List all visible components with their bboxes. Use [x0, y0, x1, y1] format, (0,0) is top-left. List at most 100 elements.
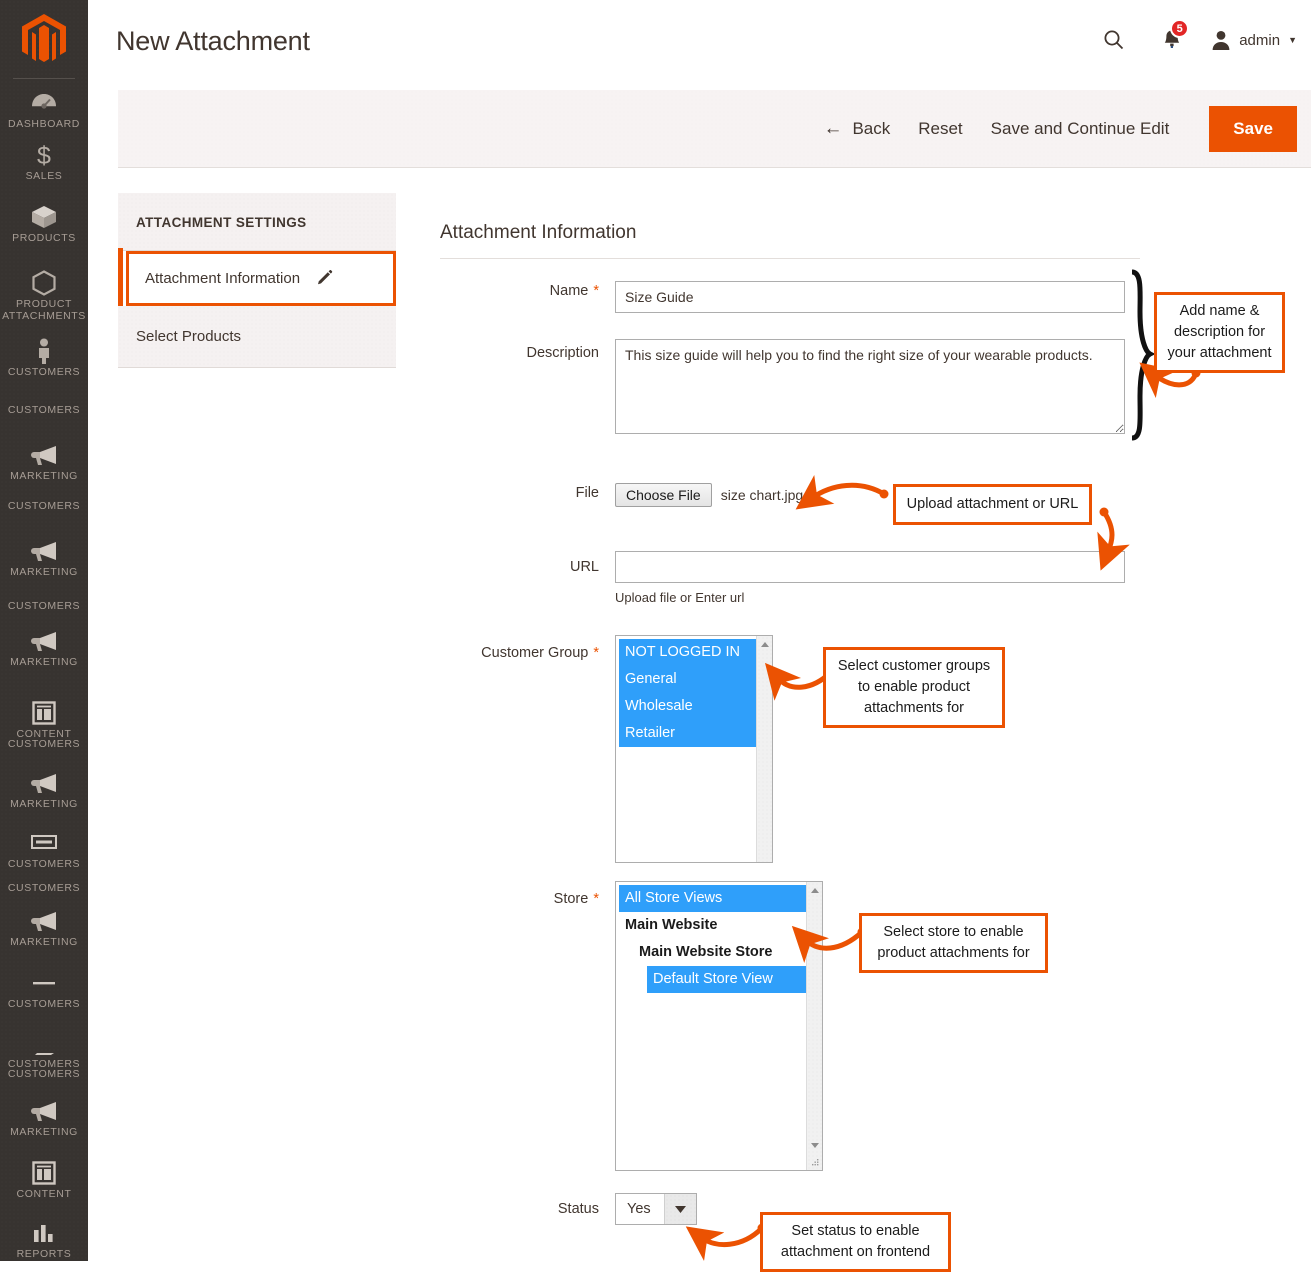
notifications-button[interactable]: 5: [1149, 20, 1195, 60]
sidebar-item-label: MARKETING: [0, 566, 88, 578]
scroll-up-arrow-icon[interactable]: [761, 642, 769, 647]
sidebar-item-customers-4[interactable]: CUSTOMERS: [0, 336, 88, 378]
svg-text:$: $: [37, 142, 51, 168]
field-row-store: Store* All Store ViewsMain WebsiteMain W…: [440, 881, 1200, 1171]
pencil-icon: [316, 270, 333, 287]
callout-set-status: Set status to enable attachment on front…: [760, 1212, 951, 1272]
page-title: New Attachment: [116, 26, 310, 57]
chevron-down-icon[interactable]: [664, 1194, 696, 1224]
customer-group-scrollbar[interactable]: [756, 636, 772, 862]
url-hint: Upload file or Enter url: [615, 590, 1200, 605]
admin-user-menu[interactable]: admin ▼: [1211, 29, 1297, 51]
store-option[interactable]: Main Website: [619, 912, 806, 939]
customer-group-option[interactable]: Retailer: [619, 720, 756, 747]
notification-badge: 5: [1170, 19, 1189, 38]
sidebar-item-label: CONTENT: [0, 1188, 88, 1200]
sidebar-item-customers-7[interactable]: CUSTOMERS: [0, 600, 88, 612]
customer-group-option[interactable]: General: [619, 666, 756, 693]
sidebar-item-label: CUSTOMERS: [0, 882, 88, 894]
sidebar-item-label: CUSTOMERS: [0, 600, 88, 612]
sidebar-item-customers-15[interactable]: CUSTOMERS: [0, 882, 88, 894]
sidebar-item-label: DASHBOARD: [0, 118, 88, 130]
sidebar-item-customers-12[interactable]: CUSTOMERS: [0, 738, 88, 750]
sidebar-item-products-2[interactable]: PRODUCTS: [0, 202, 88, 244]
attachment-information-form: Attachment Information Name* Description…: [440, 222, 1200, 1225]
save-button[interactable]: Save: [1209, 106, 1297, 152]
sidebar-item-marketing-10[interactable]: MARKETING: [0, 626, 88, 668]
required-marker: *: [593, 645, 599, 661]
store-scrollbar[interactable]: [806, 882, 822, 1170]
store-option[interactable]: All Store Views: [619, 885, 806, 912]
sidebar-item-marketing-13[interactable]: MARKETING: [0, 768, 88, 810]
choose-file-button[interactable]: Choose File: [615, 483, 712, 507]
sidebar-item-customers-17[interactable]: CUSTOMERS: [0, 968, 88, 1010]
store-field-label: Store*: [440, 881, 615, 909]
magento-logo[interactable]: [0, 0, 88, 78]
resize-handle-icon[interactable]: [810, 1158, 820, 1168]
callout-add-name-description: Add name & description for your attachme…: [1154, 292, 1285, 373]
sidebar-divider: [13, 78, 75, 79]
magento-logo-icon: [22, 14, 66, 64]
callout-upload-attachment: Upload attachment or URL: [893, 484, 1092, 525]
scroll-down-arrow-icon[interactable]: [811, 1143, 819, 1148]
sidebar-item-dashboard-0[interactable]: DASHBOARD: [0, 88, 88, 130]
attachment-settings-panel: ATTACHMENT SETTINGS Attachment Informati…: [118, 193, 396, 368]
sidebar-item-sales-1[interactable]: $ SALES: [0, 140, 88, 182]
sidebar-item-marketing-16[interactable]: MARKETING: [0, 906, 88, 948]
sidebar-item-reports-22[interactable]: REPORTS: [0, 1218, 88, 1260]
status-select[interactable]: Yes: [615, 1193, 697, 1225]
store-option[interactable]: Default Store View: [647, 966, 806, 993]
status-selected-value: Yes: [616, 1194, 664, 1224]
form-section-title: Attachment Information: [440, 222, 1200, 258]
sidebar-item-marketing-6[interactable]: MARKETING: [0, 440, 88, 482]
status-field-label: Status: [440, 1193, 615, 1219]
sidebar-tab-select-products[interactable]: Select Products: [118, 306, 396, 368]
scroll-up-arrow-icon[interactable]: [811, 888, 819, 893]
sidebar-item-marketing-8[interactable]: MARKETING: [0, 536, 88, 578]
store-multiselect[interactable]: All Store ViewsMain WebsiteMain Website …: [615, 881, 823, 1171]
customer-group-multiselect[interactable]: NOT LOGGED INGeneralWholesaleRetailer: [615, 635, 773, 863]
sidebar-item-customers-9[interactable]: CUSTOMERS: [0, 500, 88, 512]
window-icon: [0, 828, 88, 858]
url-field-label: URL: [440, 551, 615, 577]
reset-button[interactable]: Reset: [904, 111, 976, 147]
page-actions-toolbar: ← Back Reset Save and Continue Edit Save: [118, 90, 1311, 168]
megaphone-icon: [0, 768, 88, 798]
megaphone-icon: [0, 626, 88, 656]
sidebar-item-content-21[interactable]: CONTENT: [0, 1158, 88, 1200]
sidebar-item-content-11[interactable]: CONTENT: [0, 698, 88, 740]
sidebar-item-label: SALES: [0, 170, 88, 182]
back-button[interactable]: ← Back: [809, 111, 904, 147]
search-icon[interactable]: [1091, 20, 1137, 60]
megaphone-icon: [0, 906, 88, 936]
sidebar-item-customers-19[interactable]: CUSTOMERS: [0, 1058, 88, 1070]
sidebar-item-product-attachments-3[interactable]: PRODUCT ATTACHMENTS: [0, 268, 88, 322]
sidebar-item-label: CUSTOMERS: [0, 366, 88, 378]
callout-select-store: Select store to enable product attachmen…: [859, 913, 1048, 973]
store-option[interactable]: Main Website Store: [633, 939, 806, 966]
sidebar-item-customers-14[interactable]: CUSTOMERS: [0, 828, 88, 870]
dashboard-icon: [0, 88, 88, 118]
sidebar-item-customers-5[interactable]: CUSTOMERS: [0, 404, 88, 416]
tab-attachment-information-label: Attachment Information: [145, 270, 300, 287]
sidebar-item-label: CUSTOMERS: [0, 404, 88, 416]
customer-group-option[interactable]: NOT LOGGED IN: [619, 639, 756, 666]
sidebar-item-marketing-20[interactable]: MARKETING: [0, 1096, 88, 1138]
page-header: New Attachment 5 admin ▼: [88, 0, 1311, 90]
chevron-down-icon: ▼: [1288, 35, 1297, 45]
url-input[interactable]: [615, 551, 1125, 583]
search-glyph: [1102, 28, 1126, 52]
sidebar-item-label: REPORTS: [0, 1248, 88, 1260]
sidebar-tab-attachment-information[interactable]: Attachment Information: [126, 251, 396, 306]
save-and-continue-edit-button[interactable]: Save and Continue Edit: [977, 111, 1184, 147]
megaphone-icon: [0, 536, 88, 566]
description-textarea[interactable]: [615, 339, 1125, 434]
megaphone-icon: [0, 440, 88, 470]
name-input[interactable]: [615, 281, 1125, 313]
sidebar-item-label: MARKETING: [0, 470, 88, 482]
customer-group-option[interactable]: Wholesale: [619, 693, 756, 720]
customer-group-field-label: Customer Group*: [440, 635, 615, 663]
arrow-left-icon: ←: [823, 119, 842, 138]
sidebar-item-label: MARKETING: [0, 798, 88, 810]
field-row-description: Description: [440, 339, 1200, 439]
